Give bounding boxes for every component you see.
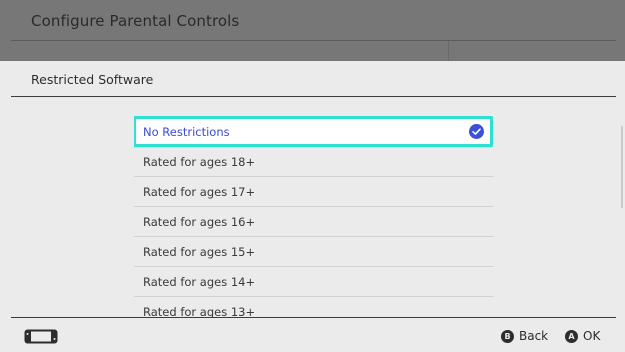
sheet-header-divider (11, 96, 616, 97)
sheet-title: Restricted Software (31, 72, 154, 87)
option-no-restrictions[interactable]: No Restrictions (134, 116, 493, 147)
option-label: Rated for ages 17+ (143, 185, 256, 199)
option-label: Rated for ages 14+ (143, 275, 256, 289)
ok-button[interactable]: A OK (565, 329, 600, 343)
option-ages-18[interactable]: Rated for ages 18+ (134, 147, 493, 177)
option-label: Rated for ages 15+ (143, 245, 256, 259)
option-label: No Restrictions (143, 125, 230, 139)
restriction-options-list: No Restrictions Rated for ages 18+ Rated… (134, 116, 493, 318)
b-button-icon: B (501, 329, 514, 343)
option-ages-13[interactable]: Rated for ages 13+ (134, 297, 493, 318)
option-ages-14[interactable]: Rated for ages 14+ (134, 267, 493, 297)
option-ages-16[interactable]: Rated for ages 16+ (134, 207, 493, 237)
checkmark-icon (469, 124, 484, 139)
option-ages-17[interactable]: Rated for ages 17+ (134, 177, 493, 207)
background-divider (11, 40, 616, 41)
option-ages-15[interactable]: Rated for ages 15+ (134, 237, 493, 267)
restricted-software-sheet: Restricted Software No Restrictions Rate… (0, 61, 625, 352)
back-button[interactable]: B Back (501, 329, 548, 343)
handheld-console-icon (24, 329, 58, 344)
footer-divider (11, 317, 616, 318)
a-button-icon: A (565, 329, 578, 343)
ok-label: OK (583, 329, 601, 343)
back-label: Back (519, 329, 549, 343)
option-label: Rated for ages 16+ (143, 215, 256, 229)
option-label: Rated for ages 18+ (143, 155, 256, 169)
background-header: Configure Parental Controls (0, 0, 625, 61)
background-column-divider (448, 41, 449, 61)
background-page-title: Configure Parental Controls (31, 12, 240, 30)
scrollbar[interactable] (621, 126, 623, 208)
